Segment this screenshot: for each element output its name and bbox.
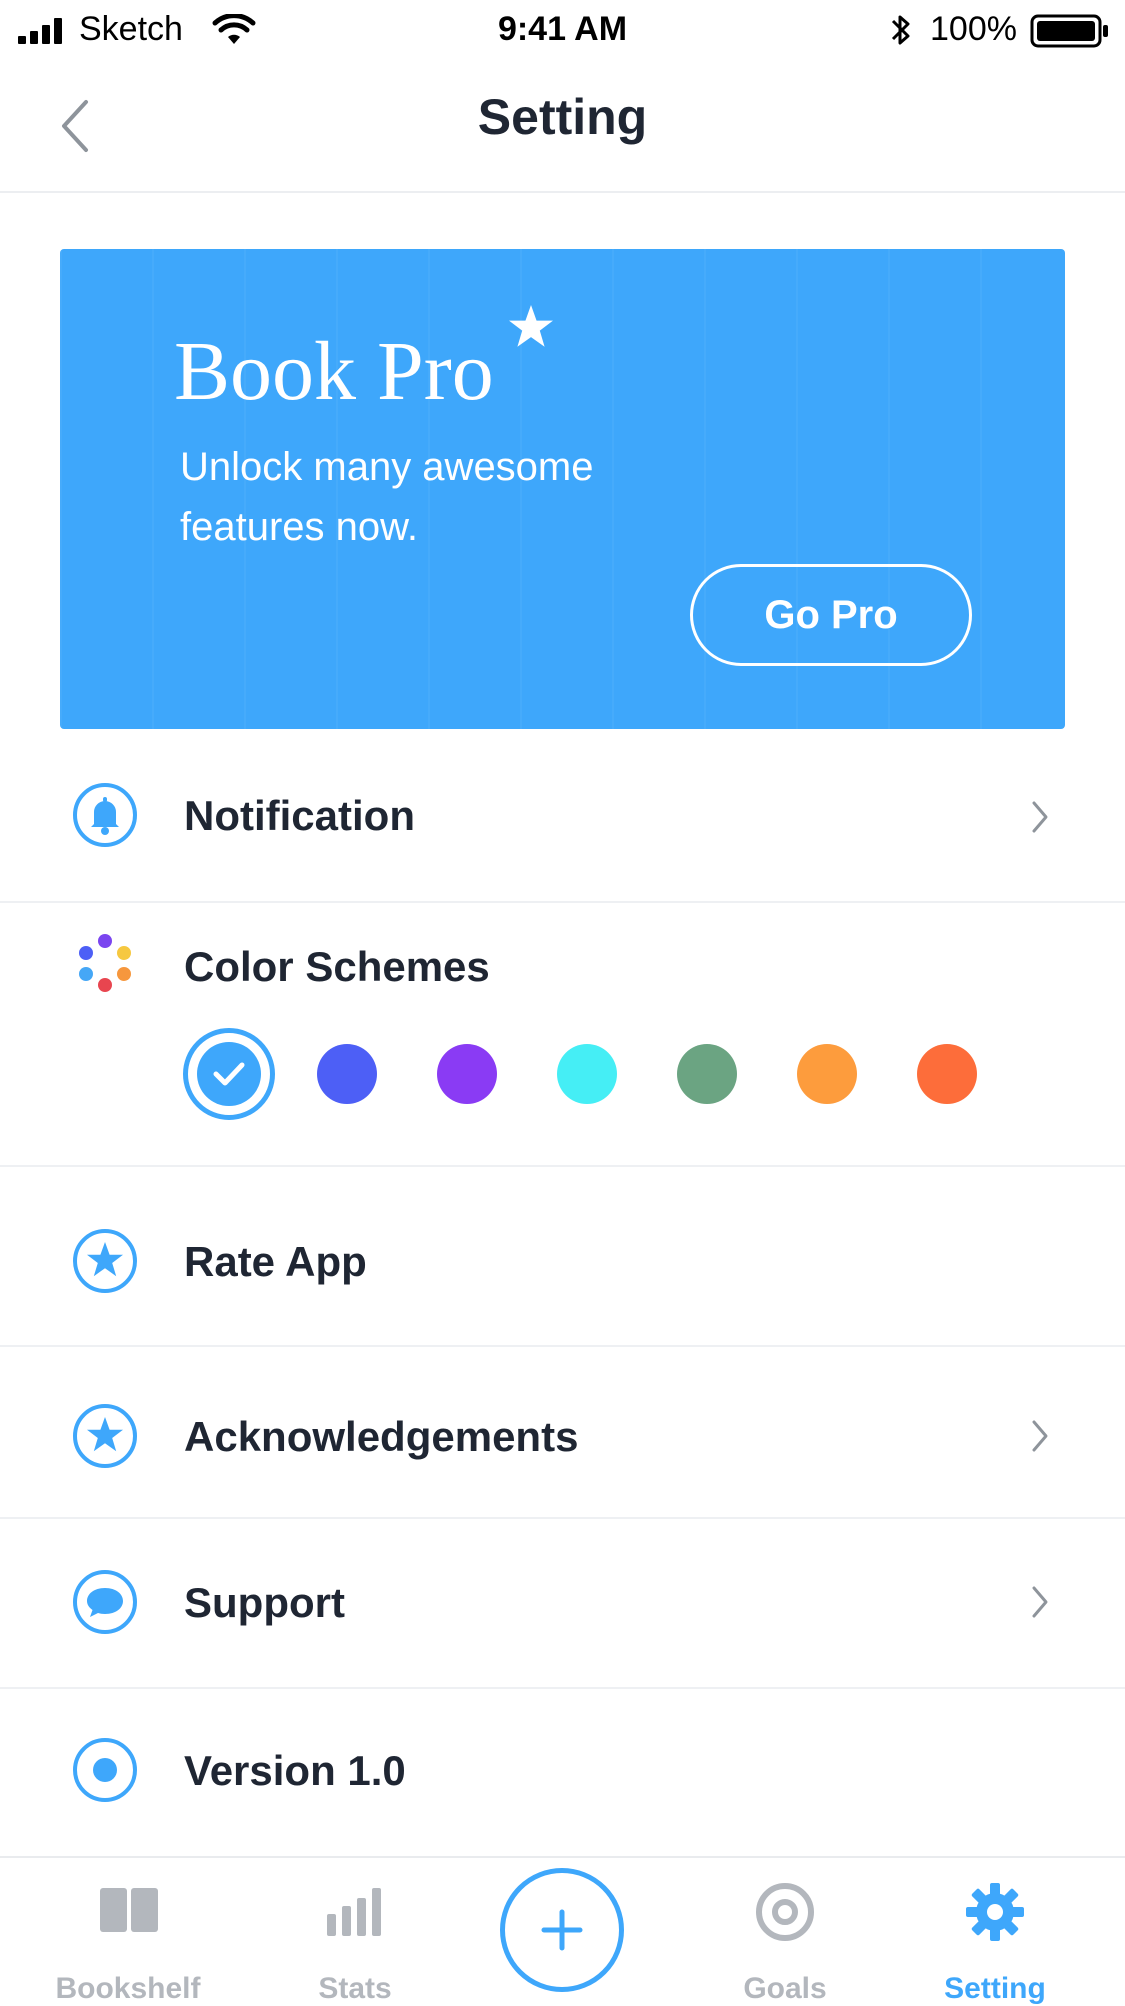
status-bar: Sketch 9:41 AM 100% xyxy=(0,0,1125,62)
chevron-right-icon xyxy=(1032,801,1048,833)
pro-card-title: Book Pro xyxy=(174,325,494,418)
color-swatch-green[interactable] xyxy=(677,1044,737,1104)
color-swatch-fill xyxy=(197,1042,261,1106)
chevron-right-icon xyxy=(1032,1420,1048,1452)
settings-row-rate-app[interactable]: Rate App xyxy=(0,1167,1125,1345)
tab-stats[interactable]: Stats xyxy=(255,1858,455,2005)
go-pro-button[interactable]: Go Pro xyxy=(690,564,972,666)
chevron-right-icon xyxy=(1032,1586,1048,1618)
plus-icon xyxy=(541,1909,583,1951)
pro-card-subtitle: Unlock many awesome features now. xyxy=(180,445,594,549)
settings-row-color-schemes: Color Schemes xyxy=(0,903,1125,1165)
bookshelf-icon xyxy=(100,1888,158,1932)
version-label: Version 1.0 xyxy=(184,1747,406,1794)
settings-row-notification[interactable]: Notification xyxy=(0,730,1125,900)
acknowledgements-label: Acknowledgements xyxy=(184,1413,579,1460)
star-icon xyxy=(509,305,553,347)
color-swatch-orange[interactable] xyxy=(797,1044,857,1104)
gear-icon xyxy=(966,1883,1024,1941)
tab-goals[interactable]: Goals xyxy=(685,1858,885,2005)
battery-percentage: 100% xyxy=(930,10,1017,48)
color-swatch-purple[interactable] xyxy=(437,1044,497,1104)
radio-dot-icon xyxy=(73,1738,137,1802)
settings-row-version: Version 1.0 xyxy=(0,1689,1125,1855)
checkmark-icon xyxy=(213,1062,245,1086)
chat-bubble-icon xyxy=(73,1570,137,1634)
rate-app-label: Rate App xyxy=(184,1238,367,1285)
star-circle-icon xyxy=(73,1229,137,1293)
notification-label: Notification xyxy=(184,792,415,839)
color-swatch-selected[interactable] xyxy=(183,1028,275,1120)
settings-row-support[interactable]: Support xyxy=(0,1519,1125,1687)
bar-chart-icon xyxy=(327,1888,381,1936)
tab-bookshelf[interactable]: Bookshelf xyxy=(28,1858,228,2005)
page-title: Setting xyxy=(477,89,648,145)
pro-upgrade-card: Book Pro Unlock many awesome features no… xyxy=(60,249,1065,729)
color-swatch-blue[interactable] xyxy=(317,1044,377,1104)
color-swatch-red-orange[interactable] xyxy=(917,1044,977,1104)
battery-icon xyxy=(1030,14,1108,48)
color-swatch-cyan[interactable] xyxy=(557,1044,617,1104)
bluetooth-icon xyxy=(891,15,910,45)
star-circle-icon xyxy=(73,1404,137,1468)
target-icon xyxy=(756,1883,814,1941)
bell-icon xyxy=(73,783,137,847)
settings-row-acknowledgements[interactable]: Acknowledgements xyxy=(0,1347,1125,1517)
color-schemes-label: Color Schemes xyxy=(184,943,490,990)
support-label: Support xyxy=(184,1579,345,1626)
nav-divider xyxy=(0,191,1125,193)
tab-setting[interactable]: Setting xyxy=(895,1858,1095,2005)
palette-dots-icon xyxy=(79,934,131,992)
add-book-button[interactable] xyxy=(500,1868,624,1992)
